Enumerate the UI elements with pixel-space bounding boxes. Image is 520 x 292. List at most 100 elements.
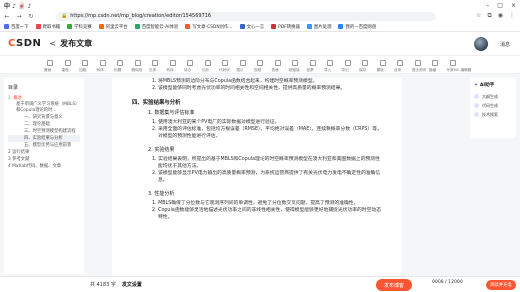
toolbar-tool-label: 超链接 [289,68,300,72]
maximize-icon[interactable]: □ [497,2,503,9]
toc-item[interactable]: 3 参考文献 [8,156,80,163]
toc-item[interactable]: 四、实验结果与分析 [8,135,80,142]
messages-link[interactable]: 消息 [500,41,510,48]
bookmarks-bar: 百度一下 爬取书籍 学科竞赛 阿里云平台 百度智能云-AI体验 写文章-CSDN创作...… [0,22,520,32]
article-heading: 四、实验结果与分析 [132,100,181,106]
bookmark-label: 阿里云平台 [105,24,128,30]
browser-tabstrip: 中 ♪ 🀄 ♪ – □ × [0,0,520,10]
bookmark-item[interactable]: PDF转换器 [271,24,300,30]
bookmark-label: 写文章-CSDN创作... [192,24,233,30]
csdn-logo[interactable]: CSDN [8,38,41,49]
toolbar-tool-icon[interactable] [397,60,403,66]
bookmark-item[interactable]: 百度一下 [4,24,29,30]
bookmark-label: 百度一下 [11,24,29,30]
ai-assistant-item[interactable]: 技术搜索 [474,110,512,119]
toolbar-tool-icon[interactable] [169,60,176,66]
close-icon[interactable]: × [511,2,516,9]
ai-assistant-item[interactable]: 代码生成 [474,101,512,110]
toolbar-tool-icon[interactable] [239,60,246,66]
extensions-icon[interactable]: ⧉ [487,12,491,20]
toc-item[interactable]: 一、研究背景与意义 [8,114,80,121]
toolbar-tool-icon[interactable] [222,60,228,66]
bookmark-icon [239,24,245,29]
publish-button[interactable]: 发布博客 [376,279,412,291]
back-icon[interactable]: < [49,39,56,48]
bookmark-label: 学科竞赛 [74,24,92,30]
profile-icon[interactable]: ◉ [498,12,503,20]
toc-item[interactable]: 4 Matlab代码、数据、文章 [8,163,80,170]
toc-item[interactable]: 2 运行结果 [8,149,80,156]
toolbar-tool-icon[interactable] [327,60,333,66]
toc-item[interactable]: 五、模型优势与应用前景 [8,142,80,149]
toolbar-tool-icon[interactable] [362,60,368,66]
toolbar-tool-icon[interactable] [187,60,193,66]
bookmark-item[interactable]: 学科竞赛 [67,24,92,30]
window-controls: – □ × [486,2,516,9]
toolbar-tool-label: 投票 [306,68,314,72]
toolbar-tool-icon[interactable] [134,60,141,66]
browser-tab-icons[interactable]: 中 ♪ 🀄 ♪ [4,1,31,10]
read-and-charge-button[interactable]: 阅读并充电 [486,280,516,290]
toolbar-tool-icon[interactable] [64,60,71,66]
toc-item[interactable]: 基于单调广义学习系统（MBLS）和Copula理论的时... [8,102,80,114]
minimize-icon[interactable]: – [486,2,489,9]
toolbar-tool-icon[interactable] [274,60,281,66]
toc-list: 1. 概述 基于单调广义学习系统（MBLS）和Copula理论的时... 一、研究背… [8,95,80,170]
ai-item-label: 大纲生成 [482,94,498,99]
toolbar-tool-label: 语法说明 [411,68,426,72]
publish-settings-link[interactable]: 发文设置 [122,281,142,288]
bookmark-icon [35,24,41,29]
toolbar-tool-label: 待办 [184,68,192,72]
toolbar-tool-icon[interactable] [449,60,456,66]
toc-item[interactable]: 三、时空预测模型构建流程 [8,128,80,135]
bookmark-label: 图片处理 [313,24,332,30]
bookmark-icon [98,24,104,29]
star-icon[interactable]: ☆ [476,12,481,20]
menu-icon[interactable]: ⋮ [509,12,515,20]
bookmark-item[interactable]: 文心一言 [239,24,265,30]
toolbar-tool-icon[interactable] [414,60,421,66]
article-list-item: 2. 该模型能够显示PV电力输出的高质量概率预测，为系统运营商提供了有关光伏电力… [152,171,381,183]
toolbar-tool-icon[interactable] [117,60,123,66]
toolbar-tool-icon[interactable] [257,60,263,66]
avatar[interactable] [474,37,488,51]
toc-title: 目录 [8,85,19,91]
toolbar-tool-label: 标题 [114,68,122,72]
bookmark-item[interactable]: 我的—百度网盘 [338,24,376,30]
back-nav-icon[interactable]: ← [4,13,10,20]
bookmark-label: 文心一言 [246,24,265,30]
toolbar-tool-icon[interactable] [82,60,88,66]
bookmark-item[interactable]: 百度智能云-AI体验 [134,24,178,30]
toolbar-tool-icon[interactable] [292,60,298,66]
bookmark-label: 爬取书籍 [42,24,61,30]
ai-item-icon [474,94,479,99]
article-list-item: 1. MBLS确保了分位数与它观测序列间的单调性，避免了分位数交叉问题，提高了预… [152,201,359,206]
toolbar-tool-icon[interactable] [47,60,53,66]
url-field[interactable]: 🔒 https://mp.csdn.net/mp_blog/creation/e… [56,11,436,21]
char-counter: 0008 / 12000 [432,280,463,285]
bookmark-icon [306,24,312,29]
bookmark-item[interactable]: 阿里云平台 [98,24,128,30]
toolbar-tool-label: 保存 [359,68,367,72]
bookmark-item[interactable]: 图片处理 [306,24,332,30]
ai-assistant-item[interactable]: 大纲生成 [474,92,512,101]
article-content[interactable]: 1. 将MBLS预测的边际分布与Copula函数结合起来，构建时空概率预测模型。… [112,78,402,276]
ai-assistant-header[interactable]: ✦ AI助手 [474,82,512,89]
forward-nav-icon[interactable]: → [16,13,22,20]
bookmark-item[interactable]: 爬取书籍 [35,24,61,30]
bookmark-item[interactable]: 写文章-CSDN创作... [185,24,233,30]
toolbar-tool-icon[interactable] [99,60,106,66]
toc-item[interactable]: 1. 概述 [8,95,80,102]
toolbar-tool-icon[interactable] [432,60,438,66]
toolbar-tool-label: 无序 [149,68,157,72]
toolbar-tool-icon[interactable] [344,60,351,66]
toolbar-tool-icon[interactable] [152,60,158,66]
toc-item[interactable]: 二、理论基础 [8,121,80,128]
toolbar-tool-icon[interactable] [309,60,316,66]
address-bar: ← → ↻ 🔒 https://mp.csdn.net/mp_blog/crea… [0,10,520,22]
page-title: 发布文章 [60,39,93,48]
reload-icon[interactable]: ↻ [28,13,34,20]
toolbar-tool-icon[interactable] [379,60,386,66]
toolbar-tool-icon[interactable] [204,60,211,66]
